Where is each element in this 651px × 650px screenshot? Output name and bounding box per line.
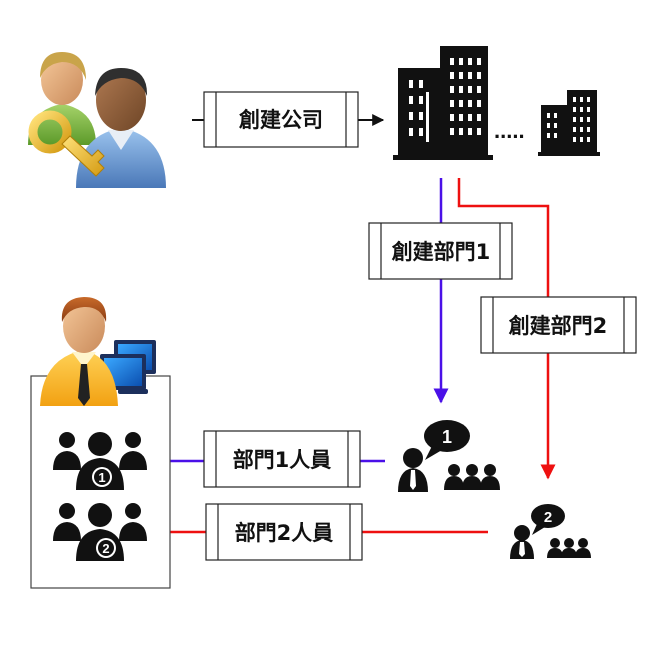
dept-badge-number: 1 [442, 427, 452, 447]
process-create-dept2: 創建部門2 [480, 296, 637, 354]
process-create-company: 創建公司 [203, 91, 359, 148]
process-create-dept1: 創建部門1 [368, 222, 513, 280]
process-label: 部門2人員 [235, 521, 334, 545]
company-large-icon [393, 46, 493, 160]
process-label: 部門1人員 [233, 448, 332, 472]
process-dept1-staff: 部門1人員 [203, 430, 361, 488]
process-label: 創建部門2 [509, 314, 608, 338]
company-small-icon [538, 90, 600, 156]
process-label: 創建部門1 [392, 240, 491, 264]
process-label: 創建公司 [239, 108, 323, 132]
dept2-team-chat-icon: 2 [510, 504, 591, 559]
admin-key-users-icon [28, 52, 166, 188]
org-setup-diagram: ..... 創建公司 創建部門1 創建部門2 部門1人員 部門2人員 1 2 1… [28, 46, 637, 589]
dept-badge-number: 2 [544, 509, 552, 526]
process-dept2-staff: 部門2人員 [205, 503, 363, 561]
ellipsis-text: ..... [494, 118, 525, 143]
group-badge-number: 2 [102, 541, 109, 556]
group-badge-number: 1 [98, 470, 105, 485]
manager-computer-icon [40, 297, 156, 406]
dept1-team-chat-icon: 1 [398, 420, 500, 492]
